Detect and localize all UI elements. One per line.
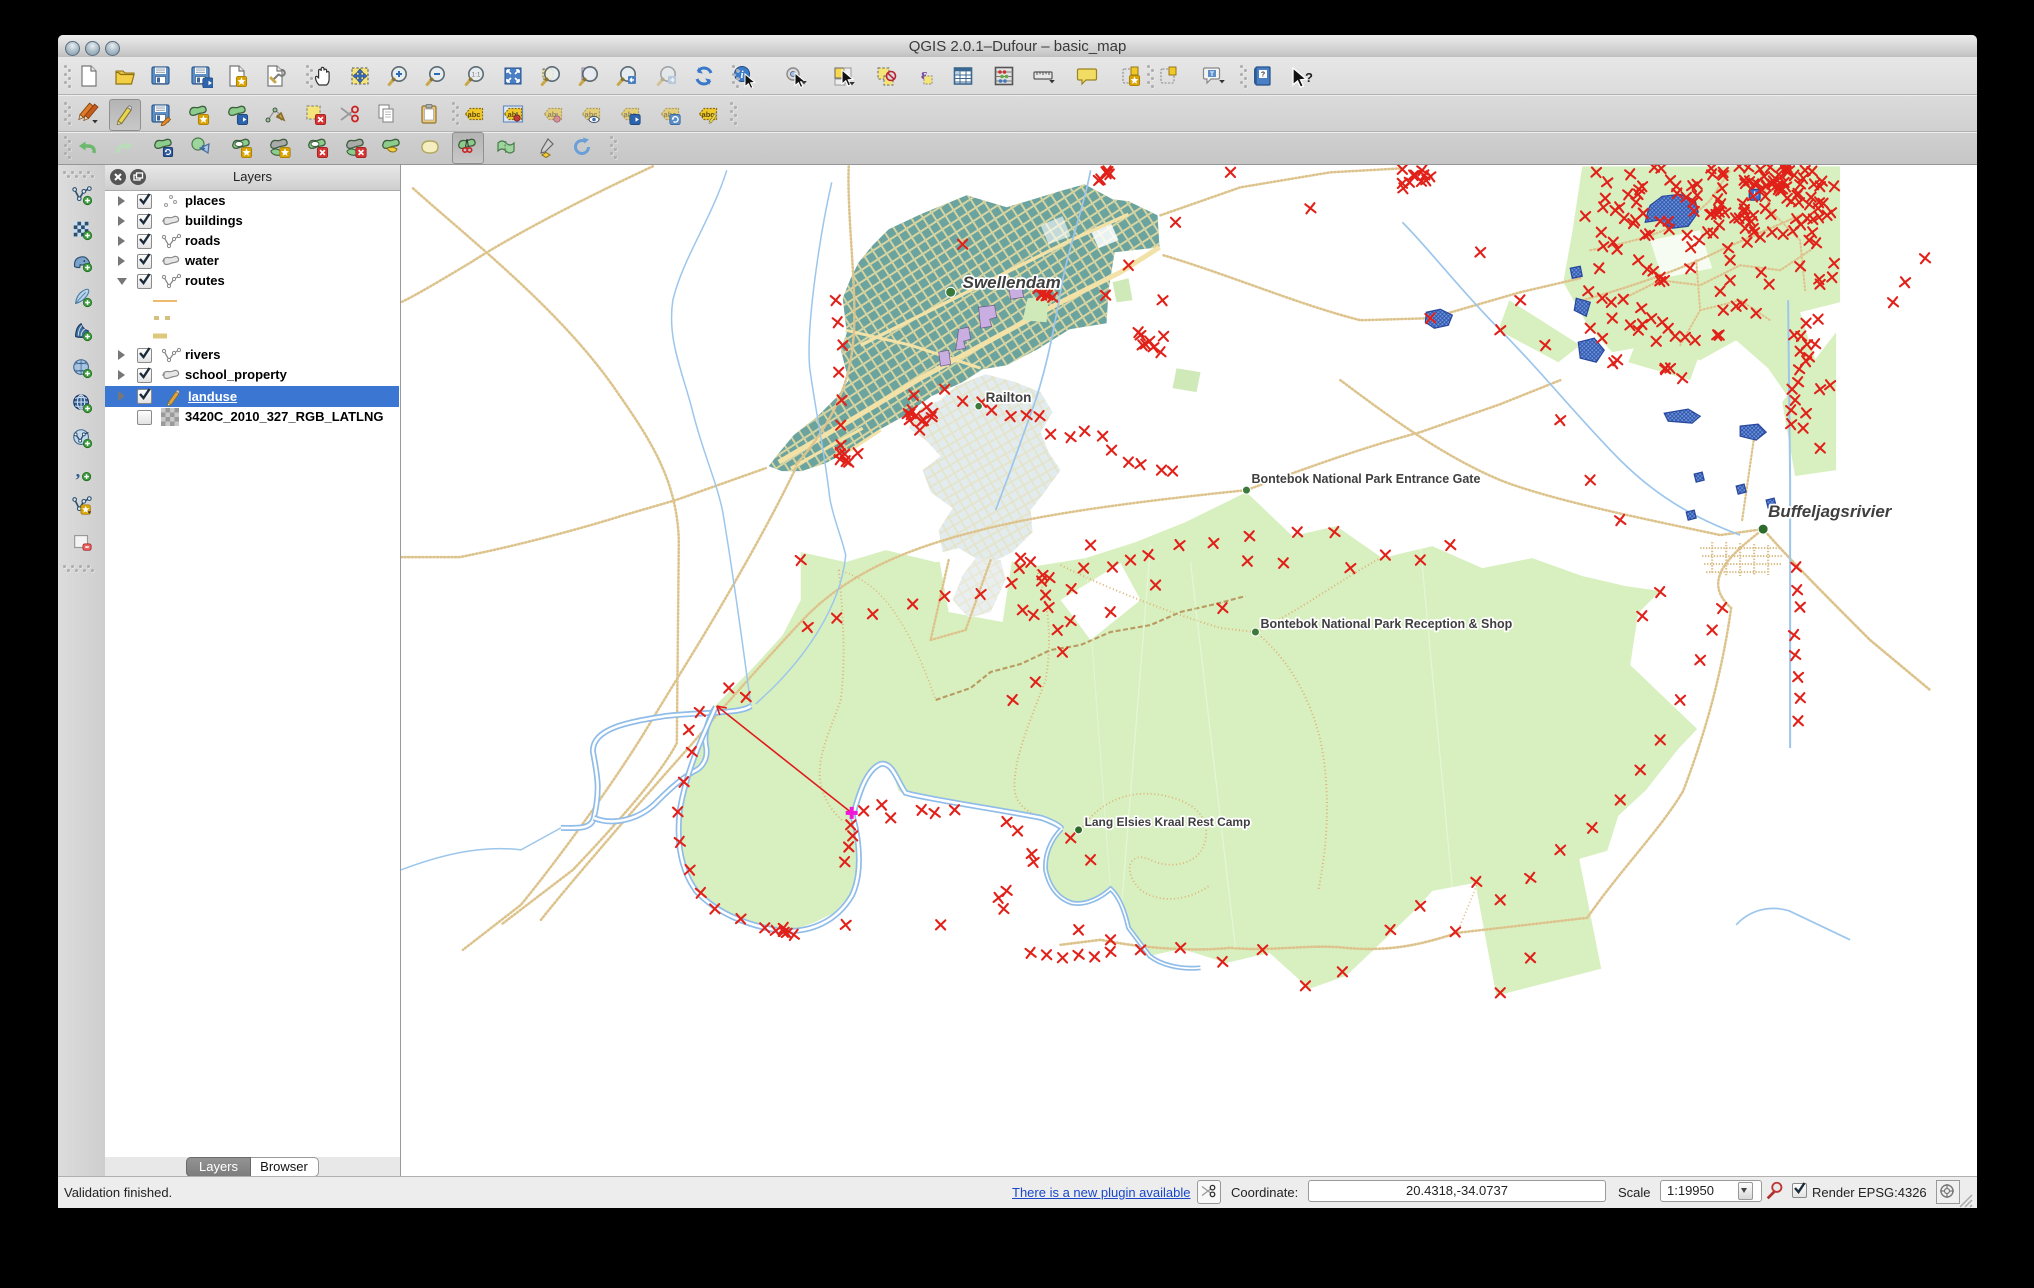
svg-text:1:1: 1:1 <box>471 72 480 79</box>
svg-text:?: ? <box>1261 72 1265 79</box>
svg-text:,: , <box>76 461 81 481</box>
svg-text:Bontebok National Park Entranc: Bontebok National Park Entrance Gate <box>1251 472 1480 486</box>
svg-text:Bontebok National Park Recepti: Bontebok National Park Reception & Shop <box>1260 617 1512 631</box>
svg-text:T: T <box>1210 71 1214 78</box>
svg-text:Railton: Railton <box>986 390 1032 405</box>
svg-text:Lang Elsies Kraal Rest Camp: Lang Elsies Kraal Rest Camp <box>1085 815 1251 829</box>
svg-text:Buffeljagsrivier: Buffeljagsrivier <box>1768 502 1893 521</box>
svg-text:?: ? <box>1305 70 1313 85</box>
svg-text:abc: abc <box>468 110 481 119</box>
svg-text:Swellendam: Swellendam <box>963 273 1061 292</box>
